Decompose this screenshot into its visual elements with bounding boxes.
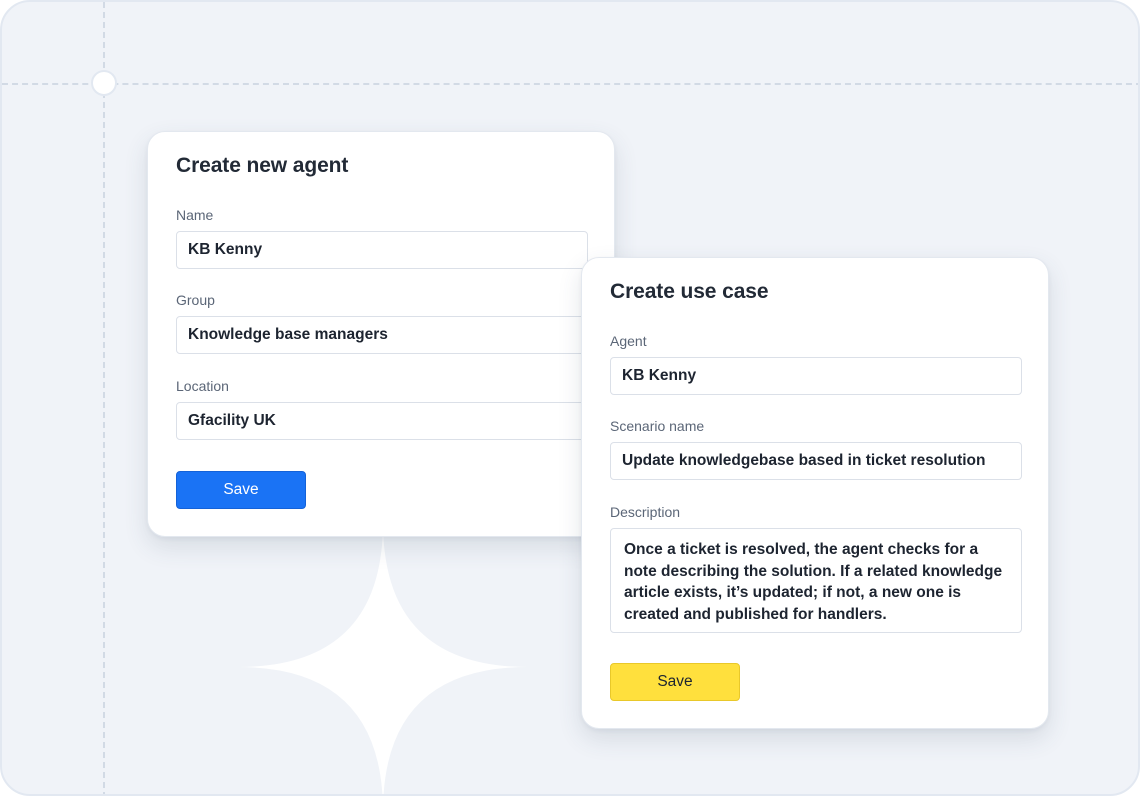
location-label: Location [176,378,229,394]
agent-input[interactable]: KB Kenny [610,357,1022,395]
agent-label: Agent [610,333,647,349]
scenario-name-label: Scenario name [610,418,705,434]
create-agent-card: Create new agent Name KB Kenny Group Kno… [147,131,615,537]
description-textarea[interactable]: Once a ticket is resolved, the agent che… [610,528,1022,633]
group-input[interactable]: Knowledge base managers [176,316,588,354]
canvas-background: Create new agent Name KB Kenny Group Kno… [0,0,1140,796]
group-label: Group [176,292,215,308]
scenario-name-input[interactable]: Update knowledgebase based in ticket res… [610,442,1022,480]
card-title: Create use case [610,280,769,303]
save-use-case-button[interactable]: Save [610,663,740,701]
horizontal-guide-line [2,83,1138,85]
name-label: Name [176,207,214,223]
sparkle-icon [238,522,528,794]
location-input[interactable]: Gfacility UK [176,402,588,440]
description-label: Description [610,504,681,520]
card-title: Create new agent [176,154,349,177]
create-use-case-card: Create use case Agent KB Kenny Scenario … [581,257,1049,729]
name-input[interactable]: KB Kenny [176,231,588,269]
grid-node [91,70,117,96]
vertical-guide-line [103,2,105,794]
save-agent-button[interactable]: Save [176,471,306,509]
